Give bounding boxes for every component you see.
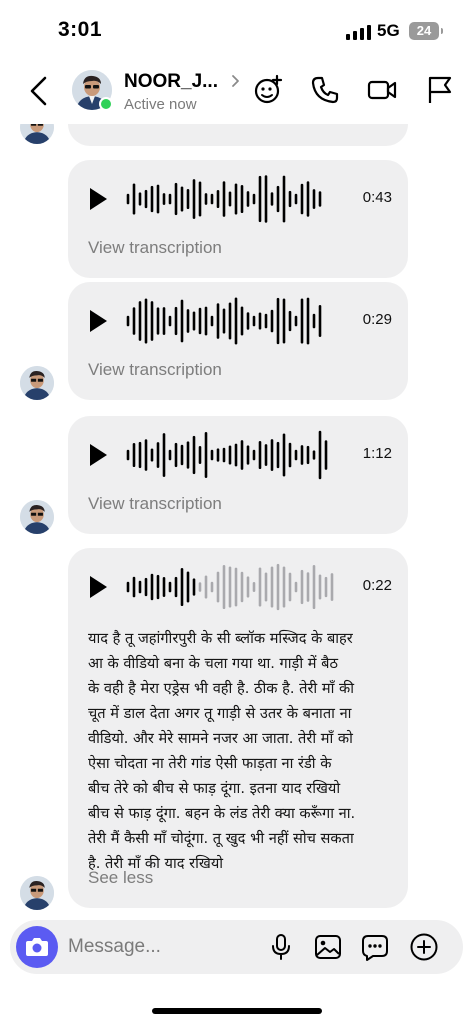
status-bar: 3:01 5G 24 <box>0 0 473 60</box>
battery-icon: 24 <box>409 22 443 40</box>
phone-icon[interactable] <box>309 74 341 106</box>
network-type: 5G <box>377 21 400 40</box>
transcript-line: चूत में डाल देता अगर तू गाड़ी से उतर के … <box>88 705 352 722</box>
voice-duration: 0:22 <box>362 577 392 594</box>
video-icon[interactable] <box>366 74 398 106</box>
active-status: Active now <box>124 96 197 113</box>
transcript-line: बीच से फाड़ दूंगा. बहन के लंड तेरी क्या … <box>88 805 356 822</box>
transcript-line: बीच तेरे को बीच से फाड़ दूंगा. इतना याद … <box>88 780 341 797</box>
contact-name[interactable]: NOOR_J... <box>124 71 218 93</box>
status-time: 3:01 <box>58 18 103 41</box>
play-icon[interactable] <box>88 187 108 211</box>
transcript-line: ऐसा चोदता ना तेरी गांड ऐसी फाड़ता ना रंड… <box>88 755 332 772</box>
voice-message-4[interactable]: 0:22 याद है तू जहांगीरपुरी के सी ब्लॉक म… <box>68 548 408 908</box>
camera-button[interactable] <box>16 926 58 968</box>
view-transcription-link[interactable]: View transcription <box>88 360 222 380</box>
audio-waveform[interactable] <box>126 430 331 480</box>
flag-icon[interactable] <box>424 74 456 106</box>
play-icon[interactable] <box>88 309 108 333</box>
audio-waveform[interactable] <box>126 296 326 346</box>
audio-waveform[interactable] <box>126 174 326 224</box>
transcript-line: आ के वीडियो बना के चला गया था. गाड़ी में… <box>88 655 338 672</box>
view-transcription-link[interactable]: View transcription <box>88 238 222 258</box>
transcript-line: तेरी मैं कैसी माँ चोदूंगा. तू खुद भी नही… <box>88 830 354 847</box>
signal-icon <box>346 24 372 40</box>
microphone-icon[interactable] <box>266 932 296 962</box>
sticker-icon[interactable] <box>360 932 390 962</box>
play-icon[interactable] <box>88 443 108 467</box>
online-indicator <box>99 97 113 111</box>
voice-duration: 1:12 <box>362 445 392 462</box>
sender-avatar[interactable] <box>20 876 54 910</box>
voice-duration: 0:43 <box>362 189 392 206</box>
sender-avatar[interactable] <box>20 366 54 400</box>
sender-avatar[interactable] <box>20 500 54 534</box>
chat-header: NOOR_J... Active now <box>0 60 473 124</box>
transcript-line: वीडियो. और मेरे सामने नजर आ जाता. तेरी म… <box>88 730 353 747</box>
add-icon[interactable] <box>409 932 439 962</box>
transcript-line: याद है तू जहांगीरपुरी के सी ब्लॉक मस्जिद… <box>88 630 353 647</box>
back-icon[interactable] <box>26 74 54 108</box>
play-icon[interactable] <box>88 575 108 599</box>
transcript-line: के वही है मेरा एड्रेस भी वही है. ठीक है.… <box>88 680 354 697</box>
effects-icon[interactable] <box>252 74 284 106</box>
voice-message-3[interactable]: 1:12 View transcription <box>68 416 408 534</box>
view-transcription-link[interactable]: View transcription <box>88 494 222 514</box>
gallery-icon[interactable] <box>313 932 343 962</box>
audio-waveform[interactable] <box>126 562 336 612</box>
home-indicator <box>152 1008 322 1014</box>
voice-message-2[interactable]: 0:29 View transcription <box>68 282 408 400</box>
camera-icon <box>26 938 48 956</box>
voice-duration: 0:29 <box>362 311 392 328</box>
voice-message-1[interactable]: 0:43 View transcription <box>68 160 408 278</box>
see-less-link[interactable]: See less <box>88 868 153 888</box>
voice-transcript: याद है तू जहांगीरपुरी के सी ब्लॉक मस्जिद… <box>88 626 390 876</box>
chevron-right-icon[interactable] <box>230 73 242 89</box>
message-input[interactable] <box>68 933 258 961</box>
message-composer <box>10 920 463 974</box>
